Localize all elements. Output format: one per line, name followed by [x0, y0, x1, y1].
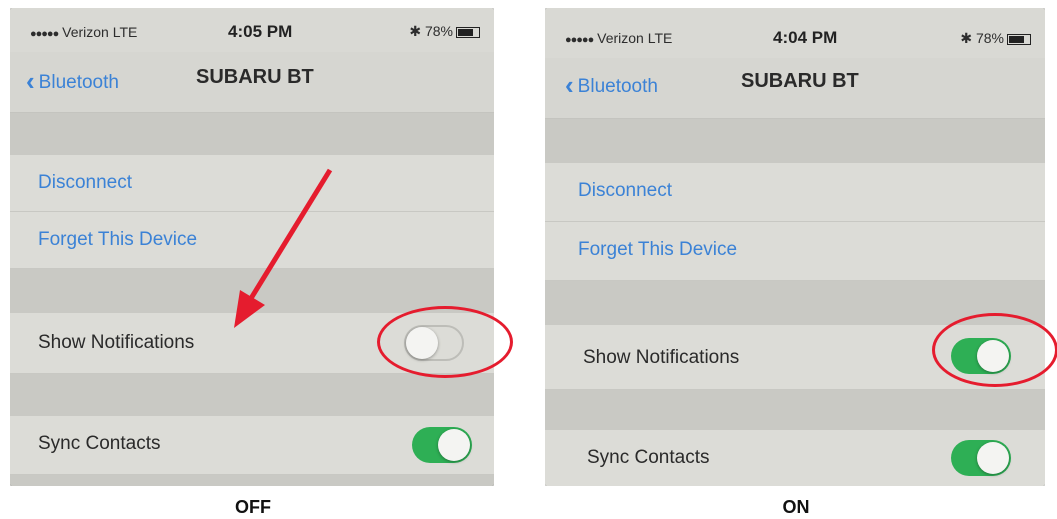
- forget-device-row[interactable]: Forget This Device: [545, 222, 1045, 281]
- sync-contacts-row: Sync Contacts: [10, 416, 494, 475]
- status-time: 4:04 PM: [773, 28, 838, 47]
- chevron-left-icon: ‹: [26, 66, 35, 96]
- back-button[interactable]: ‹ Bluetooth: [26, 66, 119, 97]
- show-notifications-row: Show Notifications: [545, 325, 1045, 390]
- toggle-knob: [977, 340, 1009, 372]
- forget-device-button[interactable]: Forget This Device: [578, 239, 737, 261]
- bluetooth-icon: ✱: [960, 30, 973, 46]
- chevron-left-icon: ‹: [565, 70, 574, 100]
- show-notifications-label: Show Notifications: [583, 347, 740, 368]
- back-button[interactable]: ‹ Bluetooth: [565, 70, 658, 101]
- disconnect-row[interactable]: Disconnect: [10, 155, 494, 212]
- caption-on: ON: [782, 497, 810, 517]
- page-title: SUBARU BT: [741, 70, 859, 92]
- show-notifications-label: Show Notifications: [38, 332, 195, 353]
- battery-icon: [456, 26, 480, 38]
- sync-contacts-toggle[interactable]: [951, 440, 1011, 476]
- carrier-label: Verizon LTE: [597, 30, 673, 46]
- disconnect-button[interactable]: Disconnect: [38, 172, 132, 194]
- page-title: SUBARU BT: [196, 66, 314, 88]
- sync-contacts-row: Sync Contacts: [545, 430, 1045, 486]
- section-gap: [545, 390, 1045, 430]
- sync-contacts-toggle[interactable]: [412, 427, 472, 463]
- section-gap: [10, 475, 494, 486]
- battery-percent: 78%: [975, 30, 1004, 46]
- section-gap: [10, 374, 494, 416]
- nav-bar: ‹ Bluetooth SUBARU BT: [10, 52, 494, 113]
- show-notifications-toggle[interactable]: [951, 338, 1011, 374]
- carrier-label: Verizon LTE: [62, 24, 138, 40]
- sync-contacts-label: Sync Contacts: [38, 433, 161, 454]
- toggle-knob: [438, 429, 470, 461]
- back-label: Bluetooth: [38, 72, 119, 93]
- bluetooth-icon: ✱: [409, 23, 422, 39]
- forget-device-button[interactable]: Forget This Device: [38, 229, 197, 251]
- sync-contacts-label: Sync Contacts: [587, 447, 710, 468]
- status-time: 4:05 PM: [228, 22, 293, 41]
- forget-device-row[interactable]: Forget This Device: [10, 212, 494, 269]
- show-notifications-row: Show Notifications: [10, 313, 494, 374]
- section-gap: [10, 269, 494, 313]
- battery-percent: 78%: [424, 23, 453, 39]
- section-gap: [10, 113, 494, 155]
- status-bar: ●●●●● Verizon LTE 4:04 PM ✱ 78%: [545, 8, 1045, 58]
- nav-bar: ‹ Bluetooth SUBARU BT: [545, 58, 1045, 119]
- section-gap: [545, 119, 1045, 163]
- show-notifications-toggle[interactable]: [404, 325, 464, 361]
- section-gap: [545, 281, 1045, 325]
- battery-icon: [1007, 33, 1031, 45]
- toggle-knob: [977, 442, 1009, 474]
- signal-dots-icon: ●●●●●: [565, 34, 594, 46]
- screenshot-on: ●●●●● Verizon LTE 4:04 PM ✱ 78% ‹ Bluetoo…: [545, 8, 1045, 486]
- signal-dots-icon: ●●●●●: [30, 28, 59, 40]
- disconnect-button[interactable]: Disconnect: [578, 180, 672, 202]
- caption-off: OFF: [235, 497, 271, 517]
- toggle-knob: [406, 327, 438, 359]
- back-label: Bluetooth: [577, 76, 658, 97]
- status-bar: ●●●●● Verizon LTE 4:05 PM ✱ 78%: [10, 8, 494, 52]
- screenshot-off: ●●●●● Verizon LTE 4:05 PM ✱ 78% ‹ Bluetoo…: [10, 8, 494, 486]
- disconnect-row[interactable]: Disconnect: [545, 163, 1045, 222]
